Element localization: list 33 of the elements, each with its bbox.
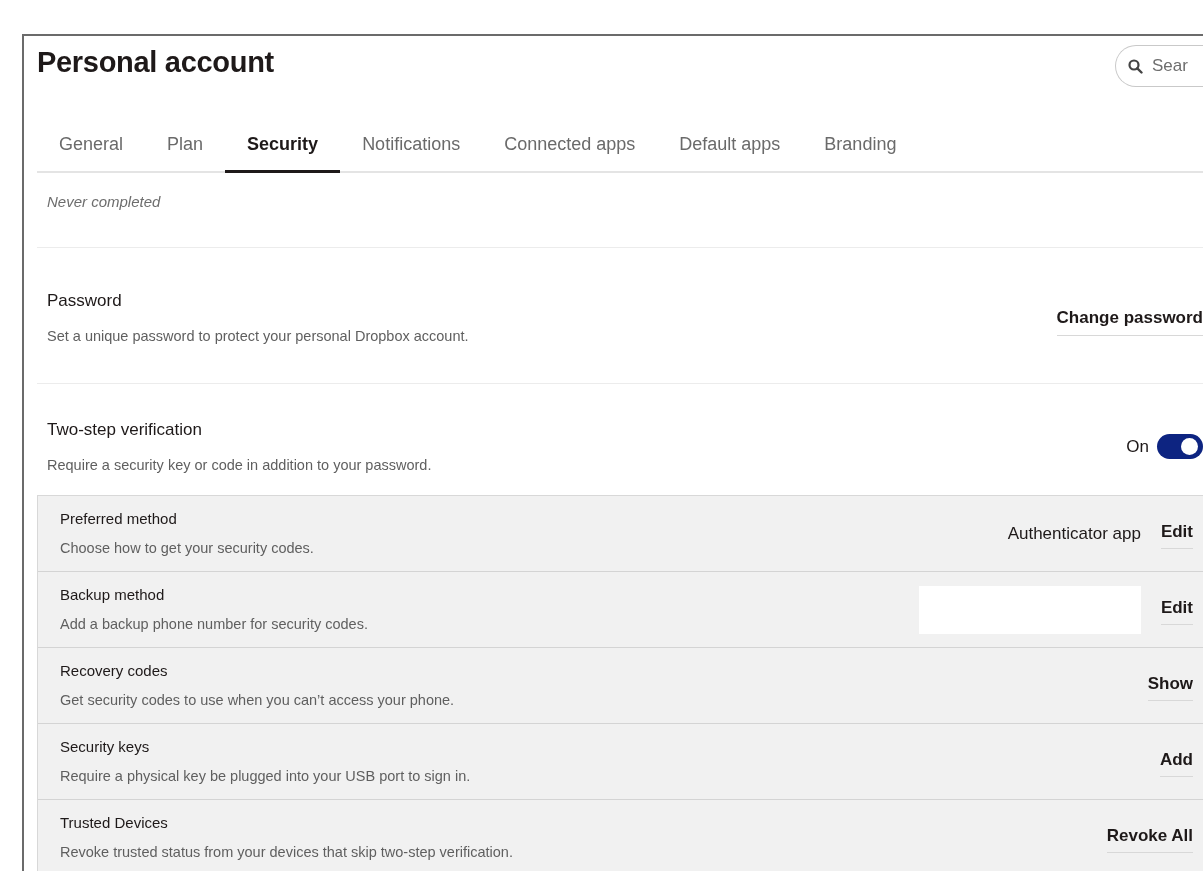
- action-link[interactable]: Edit: [1160, 518, 1193, 550]
- method-description: Revoke trusted status from your devices that skip two-step verification.: [60, 843, 513, 863]
- method-description: Get security codes to use when you can’t access your phone.: [60, 691, 455, 711]
- search-field[interactable]: Sear: [1115, 45, 1203, 87]
- tab[interactable]: Security: [225, 125, 341, 173]
- method-title: Trusted Devices: [60, 812, 169, 833]
- section-title: Two-step verification: [47, 419, 203, 442]
- action-link[interactable]: Edit: [1160, 594, 1193, 626]
- action-link[interactable]: Add: [1159, 746, 1193, 778]
- checkup-status: Never completed: [46, 192, 162, 212]
- action-link[interactable]: Show: [1147, 670, 1193, 702]
- method-title: Backup method: [60, 584, 166, 605]
- method-value: Authenticator app: [1007, 523, 1141, 546]
- section-description: Set a unique password to protect your personal Dropbox account.: [47, 326, 469, 346]
- toggle-label: On: [1126, 436, 1149, 459]
- tab[interactable]: Connected apps: [482, 125, 658, 173]
- tab[interactable]: General: [37, 125, 146, 173]
- method-description: Add a backup phone number for security codes.: [60, 615, 368, 635]
- tab[interactable]: Branding: [802, 125, 919, 173]
- action-link[interactable]: Revoke All: [1106, 822, 1193, 854]
- section-description: Require a security key or code in addition to your password.: [47, 455, 432, 475]
- method-description: Choose how to get your security codes.: [60, 539, 314, 559]
- method-title: Security keys: [60, 736, 151, 757]
- section-title: Password: [47, 290, 123, 312]
- change-password-link[interactable]: Change password: [1056, 305, 1203, 336]
- page-title: Personal account: [36, 45, 274, 80]
- toggle-switch[interactable]: [1157, 434, 1203, 460]
- method-title: Recovery codes: [60, 660, 169, 681]
- method-title: Preferred method: [60, 508, 178, 529]
- tab[interactable]: Plan: [145, 125, 226, 173]
- method-description: Require a physical key be plugged into your USB port to sign in.: [60, 767, 471, 787]
- tab[interactable]: Notifications: [340, 125, 483, 173]
- tab[interactable]: Default apps: [657, 125, 803, 173]
